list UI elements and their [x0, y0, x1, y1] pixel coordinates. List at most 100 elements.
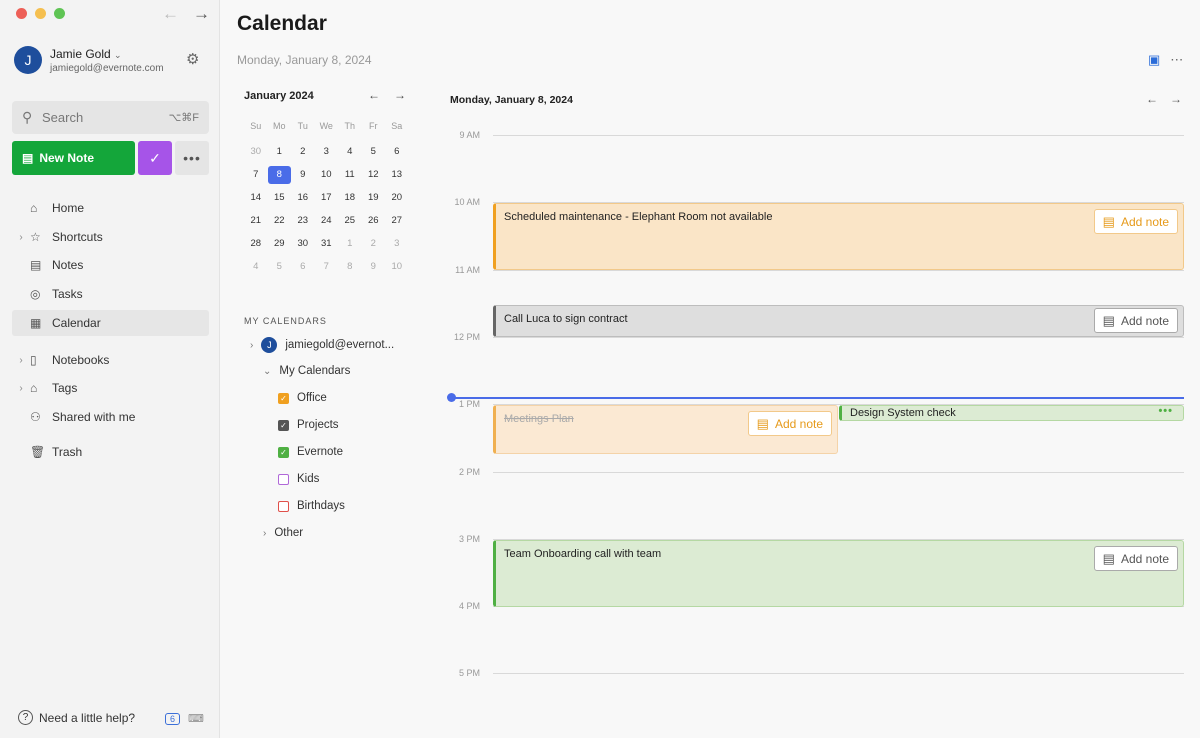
checkbox[interactable] [278, 473, 289, 485]
new-task-button[interactable]: ✓ [138, 141, 172, 175]
mini-calendar-day[interactable]: 13 [385, 166, 409, 184]
sidebar-item-home[interactable]: ⌂ Home [12, 195, 209, 221]
mini-calendar-day[interactable]: 15 [268, 189, 292, 207]
mini-calendar-day[interactable]: 25 [338, 212, 362, 230]
add-note-button[interactable]: ▤ Add note [747, 411, 832, 436]
calendar-item-kids[interactable]: Kids [278, 473, 319, 485]
sidebar-item-notebooks[interactable]: › ▯ Notebooks [12, 347, 209, 373]
mini-calendar-day[interactable]: 17 [315, 189, 339, 207]
checkbox[interactable]: ✓ [278, 446, 289, 458]
prev-month-arrow-icon[interactable]: ← [368, 88, 380, 102]
mini-calendar-day[interactable]: 5 [268, 258, 292, 276]
mini-calendar-day[interactable]: 31 [315, 235, 339, 253]
mini-calendar-day[interactable]: 24 [315, 212, 339, 230]
sidebar-item-shortcuts[interactable]: › ☆ Shortcuts [12, 224, 209, 250]
mini-calendar-day[interactable]: 30 [244, 143, 268, 161]
calendar-item-office[interactable]: ✓ Office [278, 392, 327, 404]
mini-calendar-day[interactable]: 9 [362, 258, 386, 276]
sidebar-item-calendar[interactable]: ▦ Calendar [12, 310, 209, 336]
mini-calendar-day[interactable]: 1 [338, 235, 362, 253]
mini-calendar-day[interactable]: 28 [244, 235, 268, 253]
sidebar-item-shared[interactable]: ⚇ Shared with me [12, 404, 209, 430]
note-add-icon: ▤ [756, 415, 769, 431]
mini-calendar-day[interactable]: 4 [338, 143, 362, 161]
chevron-right-icon[interactable]: › [263, 528, 266, 539]
event-call-luca[interactable]: Call Luca to sign contract ▤ Add note [493, 305, 1184, 337]
checkbox[interactable]: ✓ [278, 419, 289, 431]
calendar-today-icon[interactable]: ▣ [1148, 52, 1160, 68]
mini-calendar-day[interactable]: 22 [268, 212, 292, 230]
more-icon[interactable]: ••• [1158, 405, 1173, 417]
mini-calendar-day[interactable]: 16 [291, 189, 315, 207]
event-maintenance[interactable]: Scheduled maintenance - Elephant Room no… [493, 203, 1184, 270]
add-note-button[interactable]: ▤ Add note [1093, 546, 1178, 571]
mini-calendar-day[interactable]: 20 [385, 189, 409, 207]
mini-calendar-day[interactable]: 7 [315, 258, 339, 276]
new-note-button[interactable]: ▤ New Note [12, 141, 135, 175]
event-team-onboarding[interactable]: Team Onboarding call with team ▤ Add not… [493, 540, 1184, 607]
mini-calendar-day[interactable]: 8 [338, 258, 362, 276]
mini-calendar-day[interactable]: 1 [268, 143, 292, 161]
mini-calendar-day[interactable]: 23 [291, 212, 315, 230]
mini-calendar-day[interactable]: 30 [291, 235, 315, 253]
calendar-group-row[interactable]: ⌄ My Calendars [263, 365, 350, 377]
mini-calendar-day[interactable]: 10 [385, 258, 409, 276]
event-design-system[interactable]: Design System check ••• [839, 405, 1184, 421]
mini-calendar-day[interactable]: 11 [338, 166, 362, 184]
help-link[interactable]: ? Need a little help? [18, 710, 135, 725]
calendar-item-birthdays[interactable]: Birthdays [278, 500, 345, 512]
mini-calendar-day[interactable]: 27 [385, 212, 409, 230]
mini-calendar-day[interactable]: 6 [291, 258, 315, 276]
mini-calendar-day[interactable]: 26 [362, 212, 386, 230]
search-input[interactable]: ⚲ Search ⌥⌘F [12, 101, 209, 134]
mini-calendar-day[interactable]: 9 [291, 166, 315, 184]
account-switcher[interactable]: J Jamie Gold ⌄ jamiegold@evernote.com ⚙ [14, 46, 210, 76]
more-icon[interactable]: ⋯ [1170, 52, 1183, 68]
mini-calendar-day[interactable]: 29 [268, 235, 292, 253]
mini-calendar-day[interactable]: 2 [291, 143, 315, 161]
mini-calendar-day[interactable]: 19 [362, 189, 386, 207]
mini-calendar-day[interactable]: 21 [244, 212, 268, 230]
back-arrow-icon[interactable]: ← [162, 4, 179, 24]
calendar-account-row[interactable]: › J jamiegold@evernot... [250, 337, 394, 353]
minimize-window-button[interactable] [35, 8, 46, 19]
mini-calendar-day[interactable]: 4 [244, 258, 268, 276]
close-window-button[interactable] [16, 8, 27, 19]
next-month-arrow-icon[interactable]: → [394, 88, 406, 102]
mini-calendar-day[interactable]: 14 [244, 189, 268, 207]
mini-calendar-day[interactable]: 10 [315, 166, 339, 184]
sidebar-item-tasks[interactable]: ◎ Tasks [12, 281, 209, 307]
next-day-arrow-icon[interactable]: → [1170, 92, 1182, 106]
mini-calendar-day[interactable]: 2 [362, 235, 386, 253]
checkbox[interactable] [278, 500, 289, 512]
add-note-button[interactable]: ▤ Add note [1093, 308, 1178, 333]
checkbox[interactable]: ✓ [278, 392, 289, 404]
mini-calendar-day[interactable]: 3 [385, 235, 409, 253]
keyboard-icon[interactable]: ⌨ [188, 712, 204, 725]
sidebar-item-trash[interactable]: 🗑 Trash [12, 439, 209, 465]
sidebar-item-tags[interactable]: › ⌂ Tags [12, 375, 209, 401]
chevron-right-icon[interactable]: › [250, 340, 253, 351]
more-options-button[interactable]: ••• [175, 141, 209, 175]
mini-calendar-day[interactable]: 3 [315, 143, 339, 161]
calendar-item-evernote[interactable]: ✓ Evernote [278, 446, 343, 458]
prev-day-arrow-icon[interactable]: ← [1146, 92, 1158, 106]
add-note-button[interactable]: ▤ Add note [1093, 209, 1178, 234]
gear-icon[interactable]: ⚙ [186, 50, 199, 68]
calendar-other-row[interactable]: › Other [263, 527, 303, 539]
chevron-right-icon[interactable]: › [12, 232, 30, 243]
sidebar-item-notes[interactable]: ▤ Notes [12, 252, 209, 278]
chevron-right-icon[interactable]: › [12, 355, 30, 366]
calendar-item-projects[interactable]: ✓ Projects [278, 419, 339, 431]
maximize-window-button[interactable] [54, 8, 65, 19]
mini-calendar-day-selected[interactable]: 8 [267, 166, 291, 184]
chevron-down-icon[interactable]: ⌄ [263, 366, 271, 377]
mini-calendar-day[interactable]: 12 [362, 166, 386, 184]
event-meetings-plan[interactable]: Meetings Plan ▤ Add note [493, 405, 838, 454]
mini-calendar-day[interactable]: 7 [244, 166, 268, 184]
forward-arrow-icon[interactable]: → [193, 4, 210, 24]
mini-calendar-day[interactable]: 6 [385, 143, 409, 161]
mini-calendar-day[interactable]: 18 [338, 189, 362, 207]
mini-calendar-day[interactable]: 5 [362, 143, 386, 161]
chevron-right-icon[interactable]: › [12, 383, 30, 394]
